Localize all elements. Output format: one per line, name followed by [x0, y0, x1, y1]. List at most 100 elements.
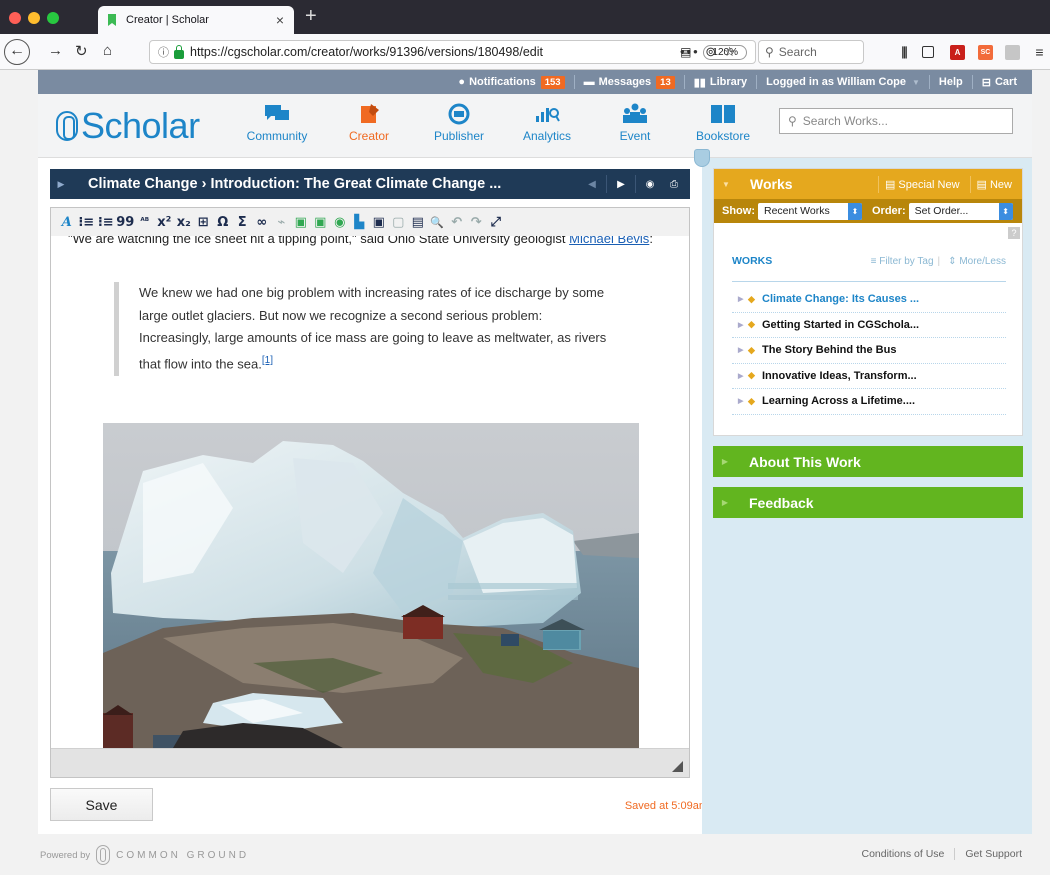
conditions-of-use-link[interactable]: Conditions of Use [861, 848, 944, 860]
special-character-icon[interactable]: Ω [213, 215, 233, 230]
reload-button[interactable]: ↻ [75, 42, 88, 60]
math-icon[interactable]: Σ [233, 215, 253, 230]
work-item[interactable]: ▶ ◆ The Story Behind the Bus [732, 338, 1006, 364]
next-section-icon[interactable]: ▶ [609, 179, 633, 190]
caret-right-icon: ▶ [738, 296, 744, 304]
numbered-list-icon[interactable]: ⁝≡ [77, 215, 97, 230]
preview-eye-icon[interactable]: ◉ [638, 179, 662, 190]
copy-icon[interactable]: ▢ [389, 215, 409, 230]
nav-community[interactable]: Community [241, 102, 313, 143]
window-zoom-button[interactable] [47, 12, 59, 24]
embed-icon[interactable]: ▣ [369, 215, 389, 230]
divider [635, 175, 636, 193]
work-item[interactable]: ▶ ◆ Climate Change: Its Causes ... [732, 287, 1006, 313]
bookstore-icon [711, 105, 735, 123]
browser-tab[interactable]: Creator | Scholar × [98, 6, 294, 34]
special-new-button[interactable]: ▤ Special New [877, 175, 966, 193]
help-link[interactable]: Help [930, 76, 972, 88]
url-text[interactable]: https://cgscholar.com/creator/works/9139… [190, 45, 680, 59]
undo-icon[interactable]: ↶ [447, 215, 467, 230]
menu-icon[interactable]: ≡ [1032, 45, 1047, 60]
user-menu[interactable]: Logged in as William Cope ▼ [757, 76, 929, 88]
filter-by-tag-link[interactable]: ≡ Filter by Tag [871, 256, 934, 267]
more-less-link[interactable]: ⇕ More/Less [948, 256, 1006, 267]
url-bar[interactable]: ⓘ https://cgscholar.com/creator/works/91… [149, 40, 756, 64]
get-support-link[interactable]: Get Support [965, 848, 1022, 860]
nav-analytics[interactable]: Analytics [511, 102, 583, 143]
sidebar-icon[interactable] [922, 46, 934, 58]
insert-video-icon[interactable]: ▣ [311, 215, 331, 230]
blockquote-icon[interactable]: 99 [116, 215, 136, 230]
caret-right-icon[interactable]: ▶ [50, 179, 72, 190]
work-item[interactable]: ▶ ◆ Getting Started in CGSchola... [732, 313, 1006, 338]
window-minimize-button[interactable] [28, 12, 40, 24]
sc-extension-icon[interactable]: SC [978, 45, 993, 60]
editor-toolbar: A ⁝≡ ⁝≡ 99 ᴬᴮ x² x₂ ⊞ Ω Σ ∞ ⌁ ▣ ▣ ◉ ▙ ▣ … [51, 208, 689, 236]
footnote-link[interactable]: [1] [262, 355, 273, 366]
print-icon[interactable]: ⎙ [662, 179, 686, 190]
panel-resize-handle[interactable] [694, 149, 710, 167]
redo-icon[interactable]: ↷ [467, 215, 487, 230]
works-list: ▶ ◆ Climate Change: Its Causes ... ▶ ◆ G… [732, 287, 1006, 415]
insert-media-icon[interactable]: ◉ [330, 215, 350, 230]
window-close-button[interactable] [9, 12, 21, 24]
document-breadcrumb[interactable]: Climate Change › Introduction: The Great… [88, 176, 580, 192]
unlink-icon[interactable]: ⌁ [272, 215, 292, 230]
caret-right-icon: ▶ [721, 457, 729, 466]
subscript-icon[interactable]: x₂ [174, 215, 194, 230]
resize-handle-icon[interactable] [672, 761, 683, 772]
browser-search-input[interactable]: ⚲ Search [758, 40, 864, 64]
help-icon[interactable]: ? [1008, 227, 1020, 239]
iceberg-image[interactable] [103, 423, 639, 748]
notifications-link[interactable]: ● Notifications 153 [449, 75, 573, 89]
bulleted-list-icon[interactable]: ⁝≡ [96, 215, 116, 230]
about-this-work-panel[interactable]: ▶ About This Work [713, 446, 1023, 477]
font-style-icon[interactable]: A [57, 215, 77, 230]
divider [606, 175, 607, 193]
table-icon[interactable]: ⊞ [194, 215, 214, 230]
home-button[interactable]: ⌂ [103, 42, 112, 59]
nav-bookstore[interactable]: Bookstore [687, 102, 759, 143]
work-item[interactable]: ▶ ◆ Innovative Ideas, Transform... [732, 364, 1006, 389]
info-icon[interactable]: ⓘ [158, 44, 169, 60]
page-actions-icon[interactable]: ••• ⊚ ☆ [680, 44, 737, 60]
rich-text-editor[interactable]: A ⁝≡ ⁝≡ 99 ᴬᴮ x² x₂ ⊞ Ω Σ ∞ ⌁ ▣ ▣ ◉ ▙ ▣ … [50, 207, 690, 778]
select-arrow-icon: ⬍ [848, 202, 862, 220]
back-button[interactable]: ← [4, 39, 30, 65]
tag-icon: ◆ [748, 370, 755, 381]
nav-event[interactable]: Event [599, 102, 671, 143]
feedback-panel[interactable]: ▶ Feedback [713, 487, 1023, 518]
tab-close-icon[interactable]: × [276, 12, 284, 28]
pdf-extension-icon[interactable]: A [950, 45, 965, 60]
works-search-input[interactable]: ⚲ Search Works... [779, 108, 1013, 134]
info-icon: ● [458, 76, 466, 88]
paste-icon[interactable]: ▤ [408, 215, 428, 230]
fullscreen-icon[interactable]: ⤢ [486, 215, 506, 230]
save-button[interactable]: Save [50, 788, 153, 821]
messages-link[interactable]: ▬ Messages 13 [575, 75, 684, 89]
show-select[interactable]: Recent Works ⬍ [758, 202, 862, 220]
find-icon[interactable]: 🔍 [428, 216, 448, 229]
superscript-icon[interactable]: x² [155, 215, 175, 230]
library-link[interactable]: ▮▮ Library [685, 76, 756, 89]
work-item[interactable]: ▶ ◆ Learning Across a Lifetime.... [732, 389, 1006, 415]
nav-publisher[interactable]: Publisher [423, 102, 495, 143]
insert-image-icon[interactable]: ▣ [291, 215, 311, 230]
cart-link[interactable]: ⊟ Cart [973, 76, 1026, 89]
event-icon [623, 103, 647, 123]
editor-content[interactable]: "We are watching the ice sheet hit a tip… [51, 236, 689, 748]
caret-down-icon[interactable]: ▼ [714, 180, 738, 189]
extension-icon[interactable] [1005, 45, 1020, 60]
previous-section-icon[interactable]: ◀ [580, 179, 604, 190]
forward-button[interactable]: → [48, 42, 63, 59]
order-select[interactable]: Set Order... ⬍ [908, 202, 1013, 220]
michael-bevis-link[interactable]: Michael Bevis [569, 236, 649, 246]
small-caps-icon[interactable]: ᴬᴮ [135, 217, 155, 227]
new-tab-button[interactable]: + [305, 5, 317, 28]
scholar-logo[interactable]: Scholar [56, 105, 200, 147]
nav-creator[interactable]: Creator [333, 102, 405, 143]
link-icon[interactable]: ∞ [252, 215, 272, 230]
insert-file-icon[interactable]: ▙ [350, 215, 370, 230]
new-work-button[interactable]: ▤ New [969, 175, 1018, 193]
library-icon[interactable]: ⫼ [897, 45, 912, 60]
